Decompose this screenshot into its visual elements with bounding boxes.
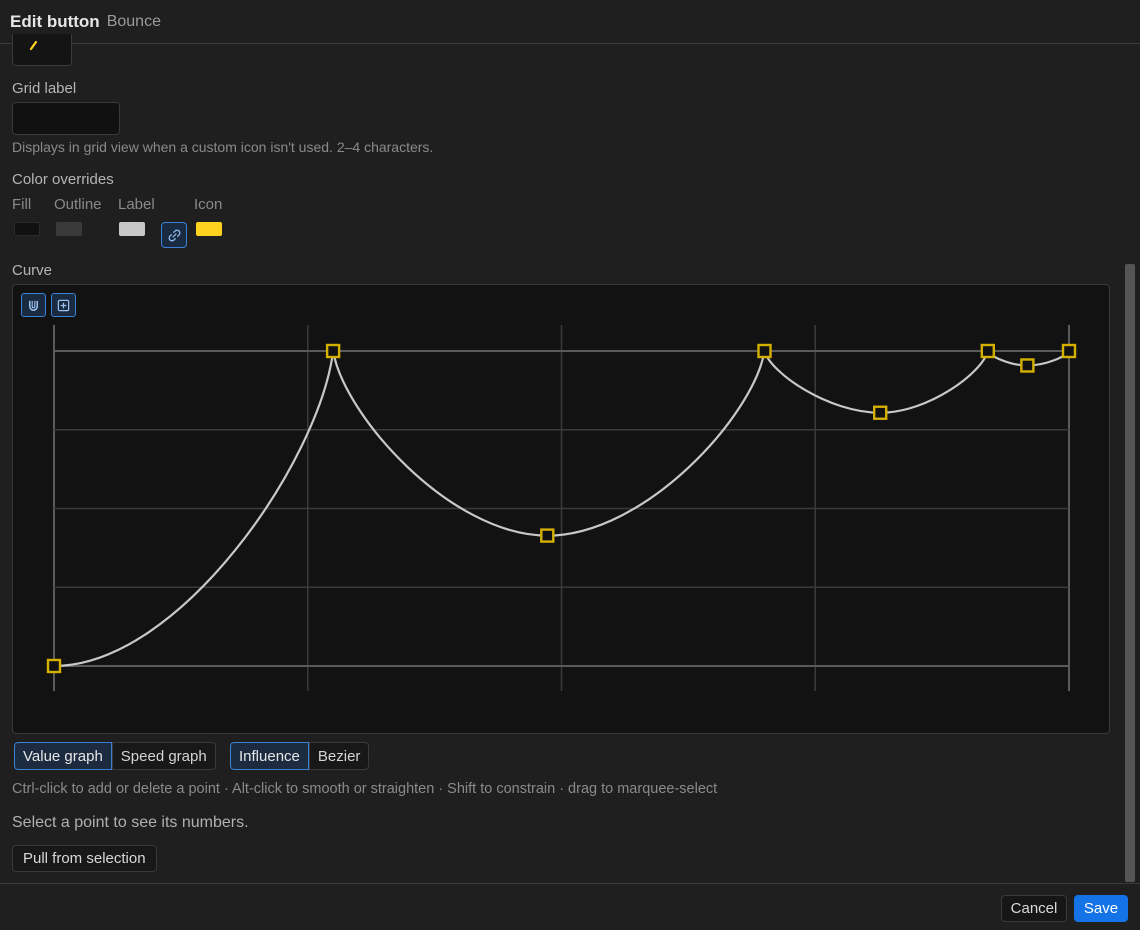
grid-label-hint: Displays in grid view when a custom icon… [12,139,434,155]
curve-graph[interactable] [13,285,1109,733]
curve-keyframe-point[interactable] [1061,343,1077,359]
color-overrides-heading: Color overrides [12,171,114,188]
curve-keyframe-point[interactable] [325,343,341,359]
save-button[interactable]: Save [1074,895,1128,922]
wand-icon [29,40,38,50]
dialog-footer: Cancel Save [0,883,1140,930]
value-graph-button[interactable]: Value graph [14,742,112,770]
grid-label-heading: Grid label [12,80,77,97]
curve-keyframe-point[interactable] [540,528,555,543]
influence-button[interactable]: Influence [230,742,309,770]
outline-color-swatch[interactable] [56,222,82,236]
curve-keyframe-point[interactable] [46,658,62,674]
label-color-label: Label [118,196,155,213]
outline-label: Outline [54,196,102,213]
bezier-button[interactable]: Bezier [308,742,370,770]
graph-mode-toggle: Value graph Speed graph [14,742,216,770]
fill-label: Fill [12,196,32,213]
custom-icon-well[interactable] [12,34,72,66]
dialog-subtitle: Bounce [106,12,161,30]
fill-color-swatch[interactable] [14,222,40,236]
label-color-swatch[interactable] [119,222,145,236]
curve-keyframe-point[interactable] [1020,358,1035,373]
grid-label-input[interactable] [12,102,120,135]
icon-color-swatch[interactable] [196,222,222,236]
selection-message: Select a point to see its numbers. [12,814,249,831]
curve-keyframe-point[interactable] [980,343,995,359]
dialog-header: Edit button Bounce [0,0,1140,44]
dialog-title: Edit button [10,11,100,31]
link-icon [168,229,180,241]
curve-heading: Curve [12,262,53,279]
curve-keyframe-point[interactable] [873,405,888,420]
pull-from-selection-button[interactable]: Pull from selection [12,845,157,872]
curve-editor[interactable] [12,284,1110,734]
cancel-button[interactable]: Cancel [1001,895,1067,922]
speed-graph-button[interactable]: Speed graph [111,742,216,770]
scrollbar[interactable] [1125,264,1135,882]
handle-mode-toggle: Influence Bezier [230,742,370,770]
curve-keyframe-point[interactable] [757,343,772,359]
link-colors-button[interactable] [161,222,187,248]
icon-color-label: Icon [194,196,223,213]
editor-instructions: Ctrl-click to add or delete a point · Al… [12,781,718,797]
